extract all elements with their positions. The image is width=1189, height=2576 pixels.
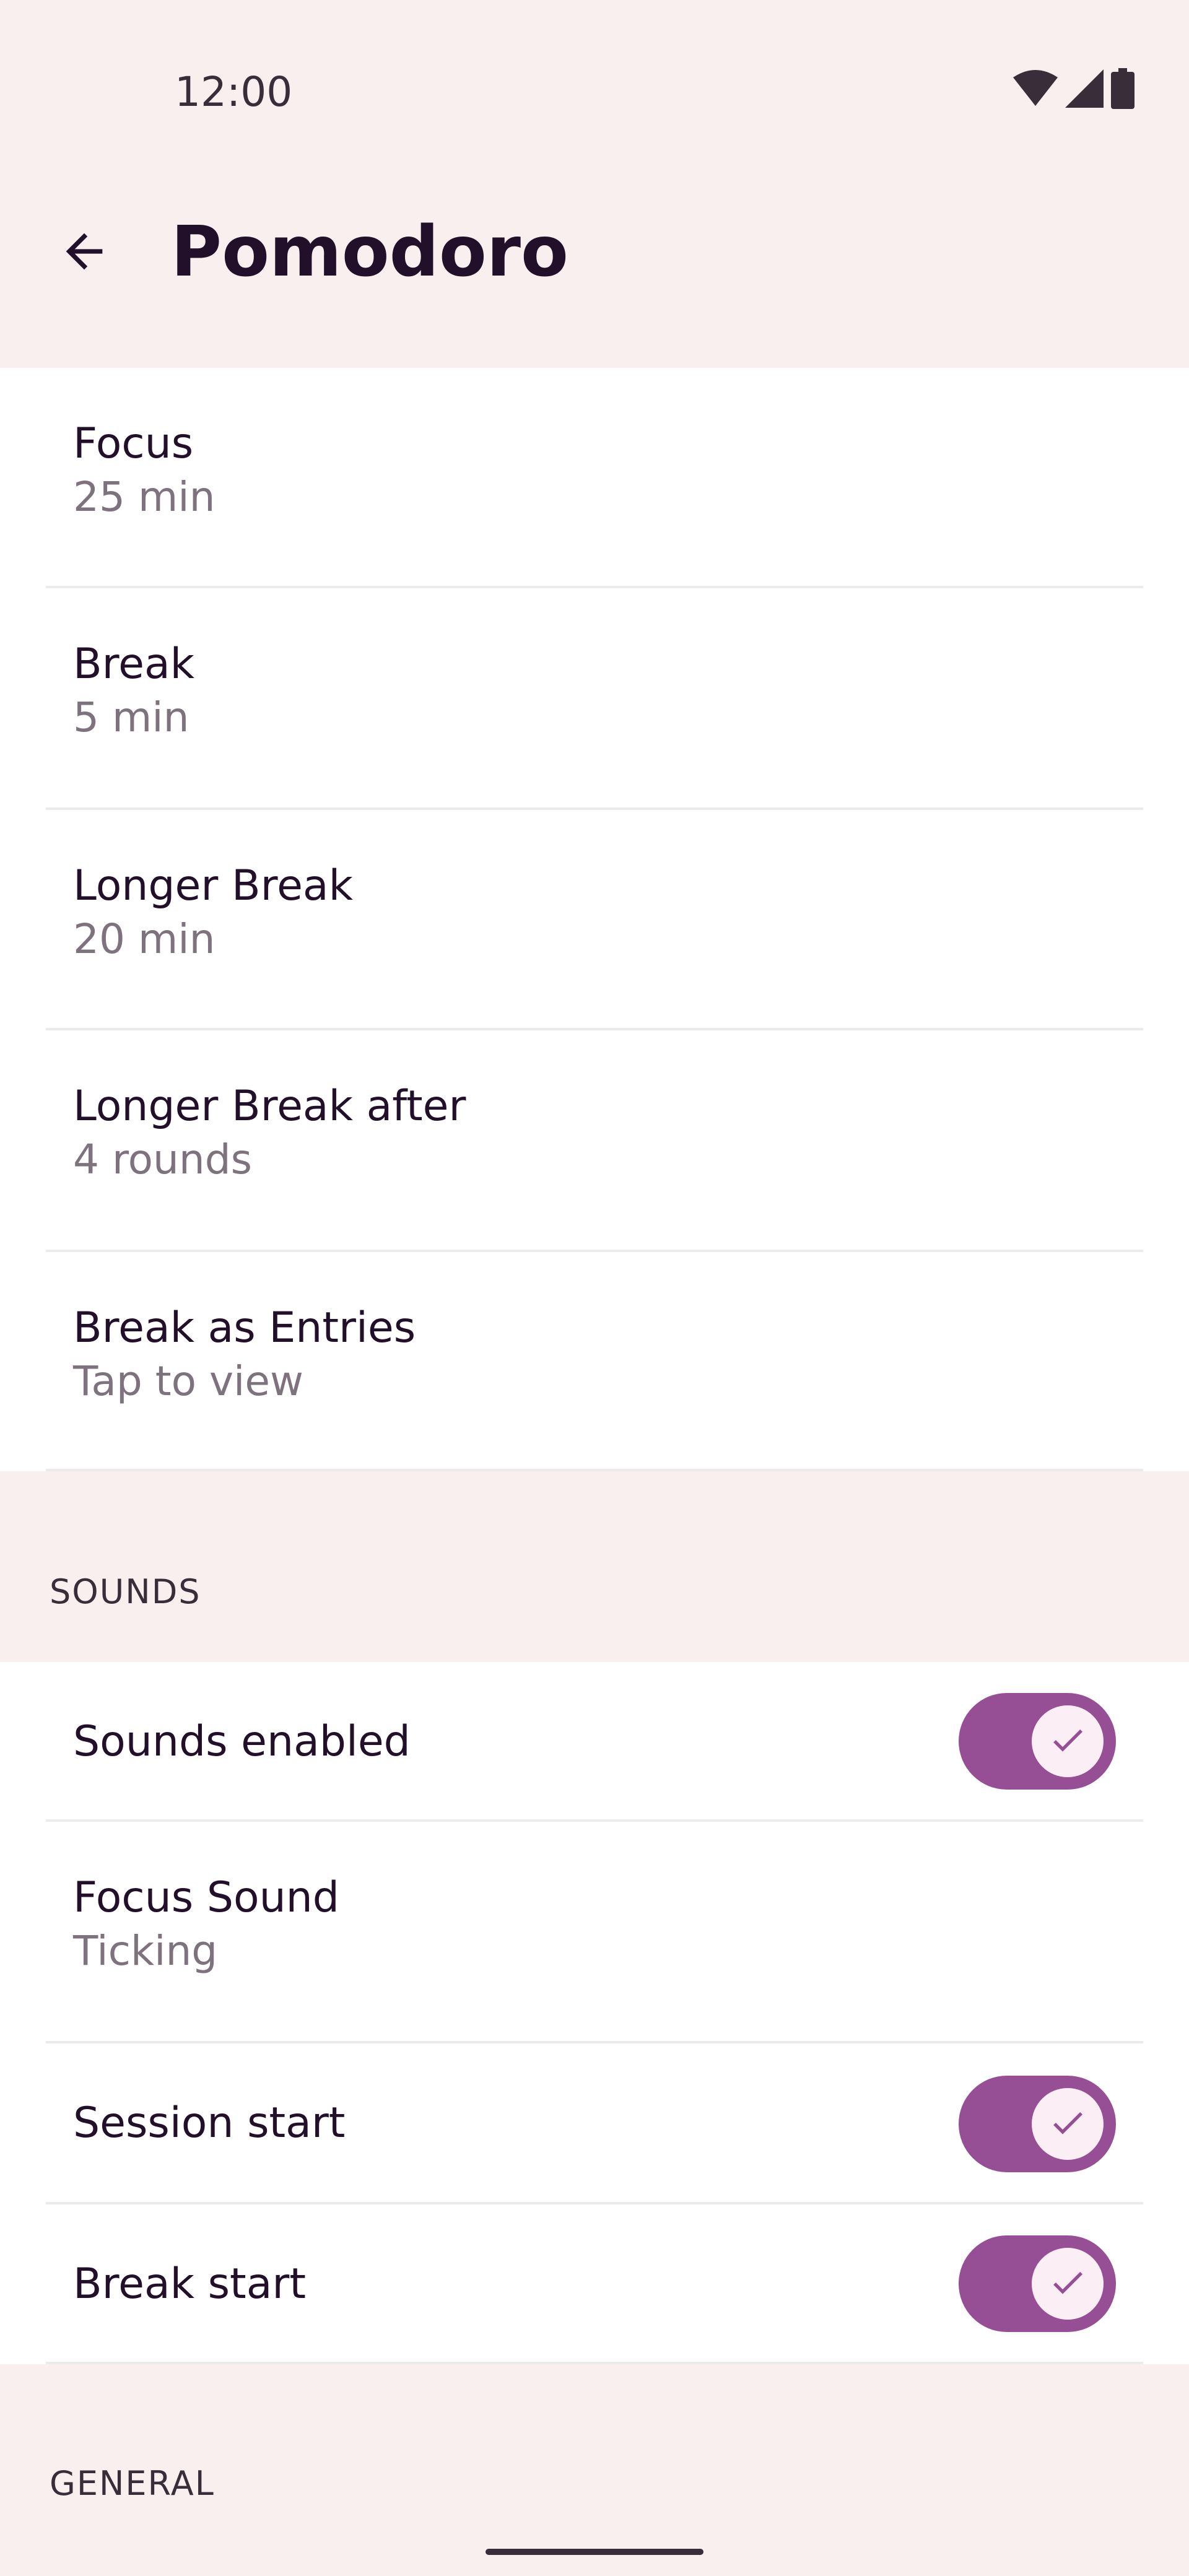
switch-thumb <box>1032 1705 1104 1777</box>
arrow-back-icon <box>57 224 111 281</box>
cellular-signal-icon <box>1065 69 1104 110</box>
setting-value: 20 min <box>73 915 216 963</box>
status-bar: 12:00 <box>0 0 1189 186</box>
gesture-nav-handle[interactable] <box>486 2549 703 2555</box>
setting-title: Focus Sound <box>73 1873 339 1922</box>
setting-title: Session start <box>73 2099 346 2147</box>
switch-thumb <box>1032 2088 1104 2160</box>
check-icon <box>1048 2103 1087 2145</box>
setting-longer-break[interactable]: Longer Break 20 min <box>0 810 1189 1030</box>
setting-title: Focus <box>73 419 194 468</box>
check-icon <box>1048 1720 1087 1762</box>
battery-icon <box>1111 68 1135 111</box>
setting-title: Longer Break after <box>73 1082 466 1131</box>
setting-value: Tap to view <box>73 1357 303 1405</box>
back-button[interactable] <box>45 213 124 292</box>
setting-title: Break <box>73 640 194 689</box>
setting-value: Ticking <box>73 1927 218 1975</box>
section-header-general: GENERAL <box>50 2464 215 2503</box>
app-bar: Pomodoro <box>0 186 1189 368</box>
check-icon <box>1048 2263 1087 2305</box>
session-start-switch[interactable] <box>959 2076 1116 2172</box>
page-title: Pomodoro <box>171 212 568 292</box>
setting-value: 4 rounds <box>73 1136 252 1183</box>
setting-focus-sound[interactable]: Focus Sound Ticking <box>0 1822 1189 2043</box>
setting-break-as-entries[interactable]: Break as Entries Tap to view <box>0 1252 1189 1471</box>
setting-value: 25 min <box>73 473 216 521</box>
timer-settings-list: Focus 25 min Break 5 min Longer Break 20… <box>0 368 1189 1471</box>
setting-longer-break-after[interactable]: Longer Break after 4 rounds <box>0 1030 1189 1252</box>
setting-session-start[interactable]: Session start <box>0 2043 1189 2204</box>
status-time: 12:00 <box>175 68 293 116</box>
sounds-enabled-switch[interactable] <box>959 1693 1116 1790</box>
setting-title: Longer Break <box>73 861 353 910</box>
wifi-icon <box>1013 70 1058 110</box>
divider <box>46 1469 1143 1471</box>
setting-title: Break start <box>73 2260 306 2308</box>
setting-break-start[interactable]: Break start <box>0 2204 1189 2364</box>
switch-thumb <box>1032 2248 1104 2320</box>
setting-break[interactable]: Break 5 min <box>0 588 1189 810</box>
setting-focus[interactable]: Focus 25 min <box>0 368 1189 588</box>
divider <box>46 2362 1143 2364</box>
section-header-sounds: SOUNDS <box>50 1572 201 1611</box>
setting-sounds-enabled[interactable]: Sounds enabled <box>0 1662 1189 1822</box>
break-start-switch[interactable] <box>959 2235 1116 2332</box>
setting-title: Break as Entries <box>73 1303 416 1352</box>
status-icons <box>1013 68 1135 111</box>
setting-value: 5 min <box>73 694 189 741</box>
setting-title: Sounds enabled <box>73 1717 411 1766</box>
sounds-settings-list: Sounds enabled Focus Sound Ticking Sessi… <box>0 1662 1189 2364</box>
